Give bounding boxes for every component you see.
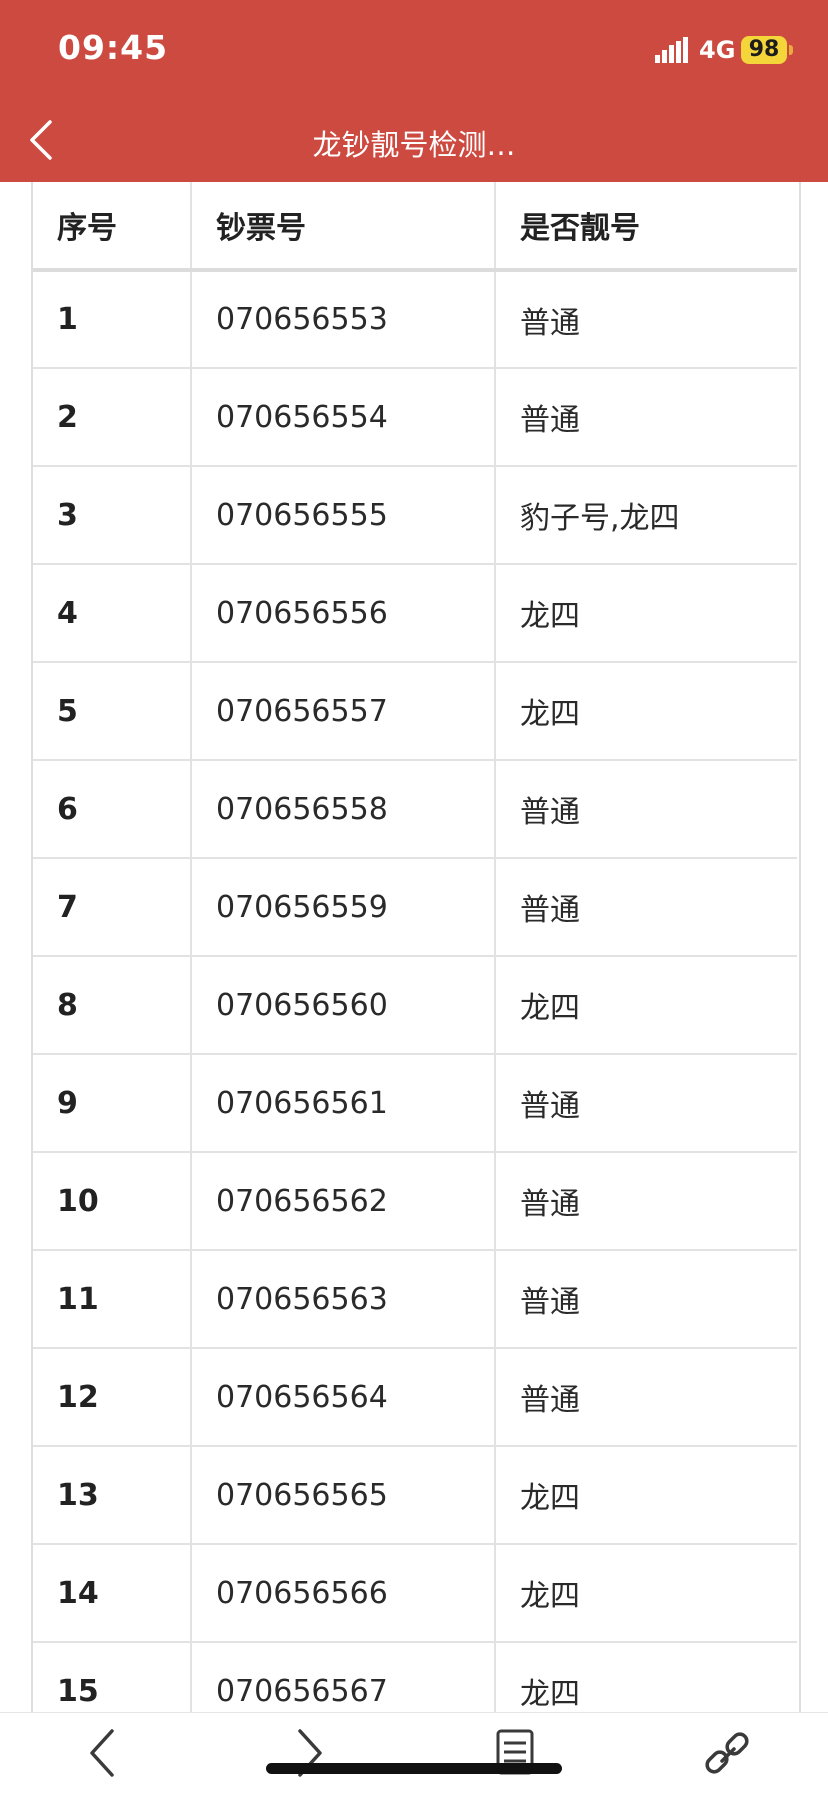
cell-serial: 070656567: [191, 1642, 496, 1712]
cell-is-lucky: 普通: [495, 1054, 797, 1153]
cell-is-lucky: 普通: [495, 858, 797, 957]
result-table: 序号 钞票号 是否靓号 1 070656553 普通 2 070656554 普通 3 070…: [33, 182, 797, 1712]
table-row: 11 070656563 普通: [33, 1250, 797, 1349]
cell-is-lucky: 龙四: [495, 1446, 797, 1545]
cell-is-lucky: 普通: [495, 270, 797, 369]
table-row: 7 070656559 普通: [33, 858, 797, 957]
table-header-row: 序号 钞票号 是否靓号: [33, 182, 797, 272]
link-icon[interactable]: [702, 1723, 750, 1783]
cell-serial: 070656559: [191, 858, 496, 957]
cell-index: 10: [33, 1152, 192, 1251]
cell-index: 14: [33, 1544, 192, 1643]
table-row: 3 070656555 豹子号,龙四: [33, 466, 797, 565]
cell-index: 13: [33, 1446, 192, 1545]
cell-serial: 070656563: [191, 1250, 496, 1349]
browser-toolbar: [0, 1712, 828, 1793]
header-index: 序号: [33, 182, 192, 272]
cell-serial: 070656565: [191, 1446, 496, 1545]
cell-index: 1: [33, 270, 192, 369]
network-label: 4G: [699, 36, 736, 64]
app-header: 09:45 4G 98 龙钞靓号检测…: [0, 0, 828, 182]
table-row: 1 070656553 普通: [33, 270, 797, 369]
header-is-lucky: 是否靓号: [495, 182, 797, 272]
result-table-container[interactable]: 序号 钞票号 是否靓号 1 070656553 普通 2 070656554 普通 3 070…: [31, 182, 801, 1712]
cell-serial: 070656558: [191, 760, 496, 859]
cell-serial: 070656555: [191, 466, 496, 565]
cell-index: 3: [33, 466, 192, 565]
cell-index: 6: [33, 760, 192, 859]
battery-tip: [789, 45, 793, 55]
cell-is-lucky: 龙四: [495, 564, 797, 663]
cell-serial: 070656554: [191, 368, 496, 467]
back-chevron-icon[interactable]: [20, 114, 64, 166]
cell-serial: 070656561: [191, 1054, 496, 1153]
cell-index: 15: [33, 1642, 192, 1712]
cell-serial: 070656562: [191, 1152, 496, 1251]
cell-serial: 070656566: [191, 1544, 496, 1643]
cell-index: 2: [33, 368, 192, 467]
cell-index: 8: [33, 956, 192, 1055]
cell-serial: 070656564: [191, 1348, 496, 1447]
cell-is-lucky: 龙四: [495, 662, 797, 761]
cell-is-lucky: 龙四: [495, 1642, 797, 1712]
cell-index: 5: [33, 662, 192, 761]
cell-is-lucky: 龙四: [495, 1544, 797, 1643]
signal-icon: [655, 37, 688, 63]
table-row: 14 070656566 龙四: [33, 1544, 797, 1643]
cell-serial: 070656556: [191, 564, 496, 663]
table-row: 15 070656567 龙四: [33, 1642, 797, 1712]
table-row: 5 070656557 龙四: [33, 662, 797, 761]
cell-index: 11: [33, 1250, 192, 1349]
battery-badge: 98: [741, 36, 787, 64]
cell-index: 12: [33, 1348, 192, 1447]
table-row: 10 070656562 普通: [33, 1152, 797, 1251]
cell-is-lucky: 龙四: [495, 956, 797, 1055]
table-row: 12 070656564 普通: [33, 1348, 797, 1447]
chevron-right-icon[interactable]: [292, 1723, 328, 1783]
cell-index: 9: [33, 1054, 192, 1153]
cell-is-lucky: 普通: [495, 760, 797, 859]
cell-is-lucky: 普通: [495, 368, 797, 467]
chevron-left-icon[interactable]: [84, 1723, 120, 1783]
table-row: 8 070656560 龙四: [33, 956, 797, 1055]
cell-serial: 070656553: [191, 270, 496, 369]
table-row: 2 070656554 普通: [33, 368, 797, 467]
table-row: 6 070656558 普通: [33, 760, 797, 859]
table-row: 13 070656565 龙四: [33, 1446, 797, 1545]
cell-is-lucky: 普通: [495, 1250, 797, 1349]
cell-index: 4: [33, 564, 192, 663]
cell-is-lucky: 普通: [495, 1152, 797, 1251]
cell-serial: 070656557: [191, 662, 496, 761]
status-time: 09:45: [58, 28, 169, 67]
header-serial: 钞票号: [191, 182, 496, 272]
cell-is-lucky: 豹子号,龙四: [495, 466, 797, 565]
cell-serial: 070656560: [191, 956, 496, 1055]
home-indicator: [266, 1763, 562, 1774]
pages-icon[interactable]: [494, 1723, 538, 1783]
table-row: 4 070656556 龙四: [33, 564, 797, 663]
cell-index: 7: [33, 858, 192, 957]
page-title: 龙钞靓号检测…: [312, 128, 516, 162]
table-row: 9 070656561 普通: [33, 1054, 797, 1153]
cell-is-lucky: 普通: [495, 1348, 797, 1447]
